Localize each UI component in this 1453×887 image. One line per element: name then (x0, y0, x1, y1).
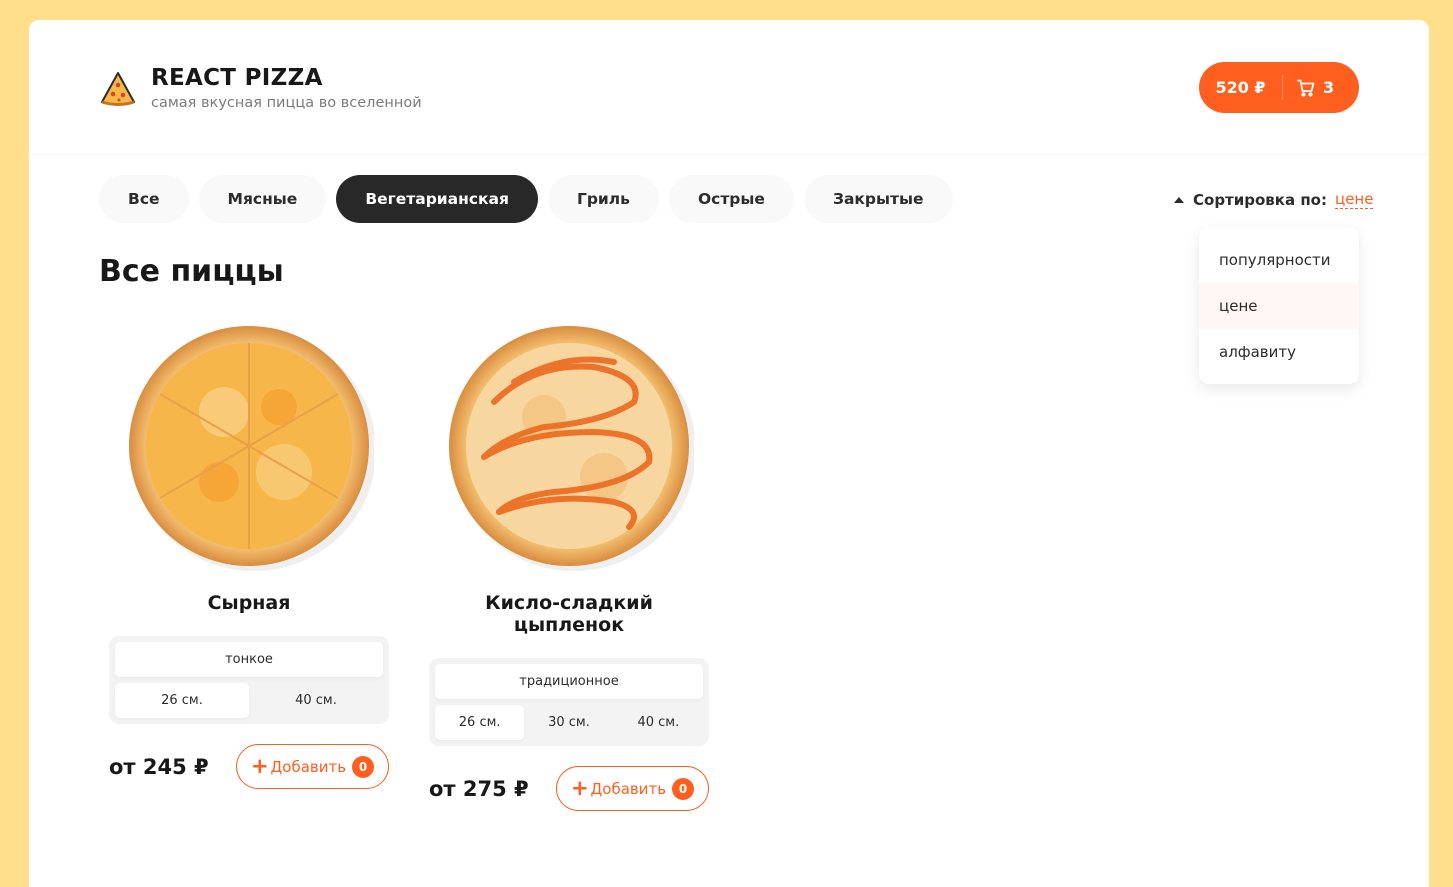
size-row: 26 см. 30 см. 40 см. (435, 705, 703, 740)
add-label: Добавить (270, 757, 347, 776)
cart-count-wrap: 3 (1283, 78, 1334, 97)
category-all[interactable]: Все (99, 175, 189, 223)
plus-icon: + (570, 776, 589, 800)
logo[interactable]: REACT PIZZA самая вкусная пицца во вселе… (99, 65, 422, 111)
sort-option-popularity[interactable]: популярности (1199, 237, 1359, 283)
sort-arrow-icon (1174, 196, 1184, 203)
sort: Сортировка по: цене (1174, 190, 1374, 209)
category-vegetarian[interactable]: Вегетарианская (336, 175, 538, 223)
pizza-name: Сырная (207, 592, 291, 614)
size-option[interactable]: 30 см. (524, 705, 613, 740)
pizza-selector: тонкое 26 см. 40 см. (109, 636, 389, 724)
add-count-badge: 0 (672, 777, 695, 800)
dough-type-row: традиционное (435, 664, 703, 699)
size-option[interactable]: 26 см. (435, 705, 525, 740)
pizza-image (129, 326, 374, 571)
category-closed[interactable]: Закрытые (803, 175, 953, 223)
sort-option-alphabet[interactable]: алфавиту (1199, 329, 1359, 375)
dough-type-option[interactable]: традиционное (435, 664, 703, 699)
content-title: Все пиццы (99, 254, 284, 289)
cart-count: 3 (1323, 78, 1335, 97)
add-button[interactable]: + Добавить 0 (556, 766, 709, 811)
pizza-price: от 245 ₽ (109, 754, 209, 779)
dough-type-row: тонкое (115, 642, 383, 677)
size-option[interactable]: 26 см. (115, 683, 249, 718)
pizza-price: от 275 ₽ (429, 776, 529, 801)
pizza-name: Кисло-сладкий цыпленок (485, 592, 653, 636)
cart-price: 520 ₽ (1215, 78, 1266, 97)
dough-type-option[interactable]: тонкое (115, 642, 383, 677)
pizza-logo-icon (101, 72, 135, 106)
size-option[interactable]: 40 см. (249, 683, 383, 718)
pizza-bottom: от 245 ₽ + Добавить 0 (109, 744, 389, 789)
categories: Все Мясные Вегетарианская Гриль Острые З… (99, 175, 963, 223)
plus-icon: + (250, 754, 269, 778)
size-option[interactable]: 40 см. (614, 705, 703, 740)
pizza-image (449, 326, 694, 571)
pizza-card: Кисло-сладкий цыпленок традиционное 26 с… (429, 322, 709, 811)
add-count-badge: 0 (352, 755, 375, 778)
logo-title: REACT PIZZA (151, 65, 323, 91)
cart-button[interactable]: 520 ₽ 3 (1199, 62, 1359, 113)
logo-subtitle: самая вкусная пицца во вселенной (151, 95, 422, 111)
header: REACT PIZZA самая вкусная пицца во вселе… (29, 20, 1429, 155)
add-button[interactable]: + Добавить 0 (236, 744, 389, 789)
category-meat[interactable]: Мясные (198, 175, 327, 223)
pizza-card: Сырная тонкое 26 см. 40 см. от 245 ₽ + Д… (109, 322, 389, 789)
category-spicy[interactable]: Острые (668, 175, 794, 223)
sort-label: Сортировка по: (1193, 190, 1327, 209)
sort-value[interactable]: цене (1334, 190, 1374, 209)
sort-option-price[interactable]: цене (1199, 283, 1359, 329)
add-label: Добавить (590, 779, 667, 798)
cart-icon (1297, 79, 1315, 97)
size-row: 26 см. 40 см. (115, 683, 383, 718)
category-grill[interactable]: Гриль (547, 175, 659, 223)
pizza-bottom: от 275 ₽ + Добавить 0 (429, 766, 709, 811)
page-wrapper: REACT PIZZA самая вкусная пицца во вселе… (29, 20, 1429, 887)
pizza-selector: традиционное 26 см. 30 см. 40 см. (429, 658, 709, 746)
sort-popup: популярности цене алфавиту (1199, 227, 1359, 384)
